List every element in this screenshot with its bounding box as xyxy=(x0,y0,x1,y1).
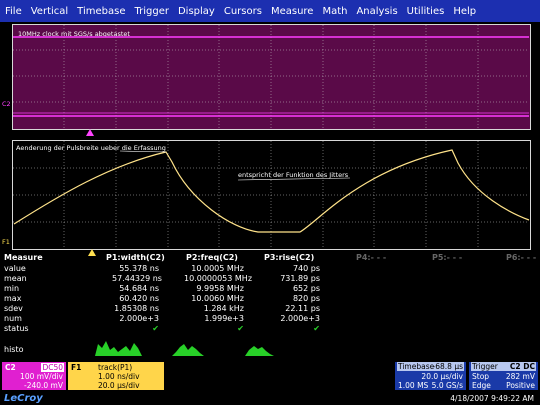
lecroy-logo: LeCroy xyxy=(4,393,43,404)
timebase-box[interactable]: Timebase -68.8 µs 20.0 µs/div 1.00 MS 5.… xyxy=(395,362,466,390)
c2-box-coupling: DC50 xyxy=(41,363,64,372)
trigger-level: 282 mV xyxy=(505,372,535,381)
c2-box-scale: 100 mV/div xyxy=(20,372,63,381)
c2-channel-box[interactable]: C2 DC50 100 mV/div -240.0 mV xyxy=(2,362,66,390)
histogram-overlay xyxy=(95,341,274,356)
f1-box-hscale: 20.0 µs/div xyxy=(98,381,140,390)
timebase-scale: 20.0 µs/div xyxy=(421,372,463,381)
f1-box-name: F1 xyxy=(71,363,82,372)
trigger-tags: C2 DC xyxy=(509,362,535,371)
trigger-mode: Stop xyxy=(472,372,490,381)
p1-histogram[interactable] xyxy=(95,341,142,356)
timebase-memory: 1.00 MS xyxy=(398,381,429,390)
c2-box-offset: -240.0 mV xyxy=(24,381,63,390)
trigger-title: Trigger xyxy=(472,362,498,371)
p3-histogram[interactable] xyxy=(245,346,274,356)
c2-box-name: C2 xyxy=(5,363,16,372)
f1-math-box[interactable]: F1 track(P1) 1.00 ns/div 20.0 µs/div xyxy=(68,362,164,390)
f1-box-vscale: 1.00 ns/div xyxy=(98,372,140,381)
trigger-type: Edge xyxy=(472,381,491,390)
timebase-offset: -68.8 µs xyxy=(432,362,463,371)
trigger-slope: Positive xyxy=(506,381,535,390)
p2-histogram[interactable] xyxy=(172,344,204,356)
timebase-sample-rate: 5.0 GS/s xyxy=(431,381,463,390)
datetime-readout: 4/18/2007 9:49:22 AM xyxy=(450,394,534,403)
f1-box-title: track(P1) xyxy=(98,363,133,372)
timebase-title: Timebase xyxy=(398,362,435,371)
trigger-box[interactable]: Trigger C2 DC Stop 282 mV Edge Positive xyxy=(469,362,538,390)
